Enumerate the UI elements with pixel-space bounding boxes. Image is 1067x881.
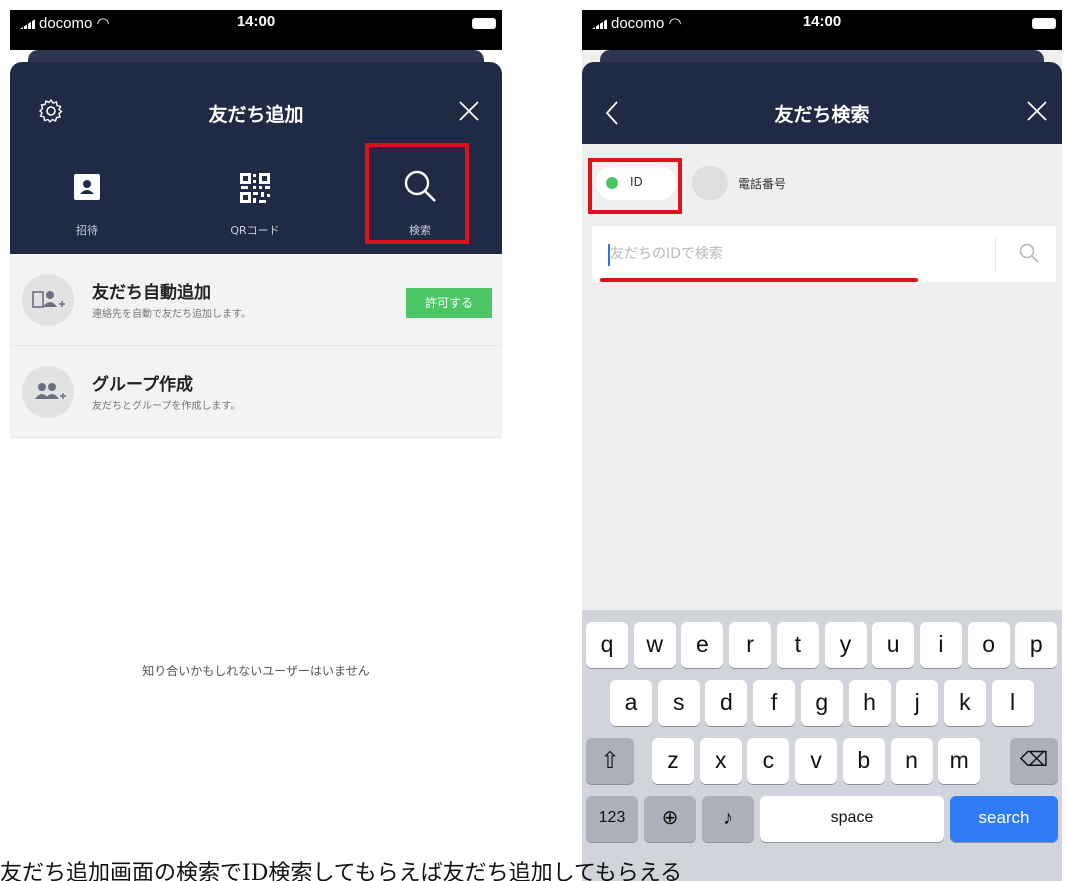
key-l[interactable]: l — [991, 680, 1034, 726]
friend-search-header: 友だち検索 — [582, 62, 1062, 144]
auto-add-icon — [22, 274, 74, 326]
close-icon[interactable] — [458, 100, 480, 126]
clock: 14:00 — [802, 13, 842, 30]
signal-icon — [592, 18, 609, 29]
id-search-box — [592, 226, 1056, 282]
key-p[interactable]: p — [1015, 622, 1058, 668]
page-title: 友だち追加 — [208, 104, 304, 126]
ios-keyboard: qwertyuiop asdfghjkl ⇧ ⌫ zxcvbnm 123 ⊕ ♪… — [582, 610, 1062, 881]
space-key[interactable]: space — [760, 796, 944, 842]
tab-qr-code[interactable]: QRコード — [200, 162, 310, 250]
key-c[interactable]: c — [747, 738, 790, 784]
key-h[interactable]: h — [848, 680, 891, 726]
wifi-icon: ◠ — [668, 15, 682, 32]
page-title: 友だち検索 — [774, 104, 870, 126]
key-s[interactable]: s — [657, 680, 700, 726]
key-b[interactable]: b — [842, 738, 885, 784]
search-key[interactable]: search — [950, 796, 1058, 842]
image-caption: 友だち追加画面の検索でID検索してもらえば友だち追加してもらえる — [0, 861, 683, 881]
add-friends-screen: docomo ◠ 14:00 友だち追加 招待 QRコード 検索 友だち自動追加… — [10, 10, 502, 881]
key-i[interactable]: i — [919, 622, 962, 668]
tab-invite-label: 招待 — [76, 224, 98, 237]
contact-book-icon — [72, 172, 102, 206]
radio-phone[interactable] — [692, 166, 728, 200]
key-n[interactable]: n — [890, 738, 933, 784]
qr-code-icon — [239, 172, 271, 208]
search-input-highlight — [600, 278, 918, 282]
key-t[interactable]: t — [776, 622, 819, 668]
key-r[interactable]: r — [729, 622, 772, 668]
row-title: 友だち自動追加 — [92, 283, 211, 303]
tab-qr-label: QRコード — [230, 224, 280, 237]
create-group-row[interactable]: グループ作成 友だちとグループを作成します。 — [10, 346, 502, 438]
key-g[interactable]: g — [800, 680, 843, 726]
keyboard-row-3: ⇧ ⌫ zxcvbnm — [582, 738, 1062, 784]
key-a[interactable]: a — [610, 680, 652, 726]
key-x[interactable]: x — [699, 738, 742, 784]
key-d[interactable]: d — [705, 680, 748, 726]
row-subtitle: 友だちとグループを作成します。 — [92, 401, 241, 412]
close-icon[interactable] — [1026, 100, 1048, 126]
id-option-highlight — [588, 158, 682, 214]
battery-icon — [472, 18, 496, 29]
battery-icon — [1032, 18, 1056, 29]
status-bar: docomo ◠ 14:00 — [10, 10, 502, 50]
numbers-key[interactable]: 123 — [586, 796, 638, 842]
keyboard-row-2: asdfghjkl — [582, 680, 1062, 726]
id-search-input[interactable] — [610, 239, 990, 269]
key-u[interactable]: u — [872, 622, 915, 668]
tab-invite[interactable]: 招待 — [32, 162, 142, 250]
allow-button[interactable]: 許可する — [406, 288, 492, 318]
microphone-key-icon[interactable]: ♪ — [702, 796, 754, 842]
key-j[interactable]: j — [896, 680, 939, 726]
search-tab-highlight — [365, 143, 469, 244]
key-z[interactable]: z — [652, 738, 694, 784]
keyboard-row-1: qwertyuiop — [582, 622, 1062, 668]
row-subtitle: 連絡先を自動で友だち追加します。 — [92, 309, 251, 320]
keyboard-row-4: 123 ⊕ ♪ space search — [582, 796, 1062, 842]
key-f[interactable]: f — [753, 680, 796, 726]
carrier-label: docomo ◠ — [592, 14, 682, 32]
clock: 14:00 — [236, 13, 276, 30]
key-w[interactable]: w — [633, 622, 676, 668]
key-o[interactable]: o — [967, 622, 1010, 668]
group-icon — [22, 366, 74, 418]
row-title: グループ作成 — [92, 375, 193, 395]
signal-icon — [20, 18, 37, 29]
backspace-key-icon[interactable]: ⌫ — [1010, 738, 1058, 784]
shift-key-icon[interactable]: ⇧ — [586, 738, 634, 784]
key-e[interactable]: e — [681, 622, 724, 668]
key-q[interactable]: q — [586, 622, 628, 668]
status-bar: docomo ◠ 14:00 — [582, 10, 1062, 50]
key-v[interactable]: v — [795, 738, 838, 784]
wifi-icon: ◠ — [96, 15, 110, 32]
friend-search-screen: docomo ◠ 14:00 友だち検索 ID 電話番号 qwertyuiop … — [582, 10, 1062, 881]
search-icon[interactable] — [1018, 242, 1040, 268]
empty-suggestions-message: 知り合いかもしれないユーザーはいません — [142, 664, 370, 678]
key-m[interactable]: m — [938, 738, 981, 784]
radio-phone-label[interactable]: 電話番号 — [738, 175, 786, 192]
globe-key-icon[interactable]: ⊕ — [644, 796, 696, 842]
search-divider — [995, 236, 996, 272]
auto-add-friends-row[interactable]: 友だち自動追加 連絡先を自動で友だち追加します。 許可する — [10, 254, 502, 346]
carrier-label: docomo ◠ — [20, 14, 110, 32]
key-k[interactable]: k — [943, 680, 986, 726]
key-y[interactable]: y — [824, 622, 867, 668]
